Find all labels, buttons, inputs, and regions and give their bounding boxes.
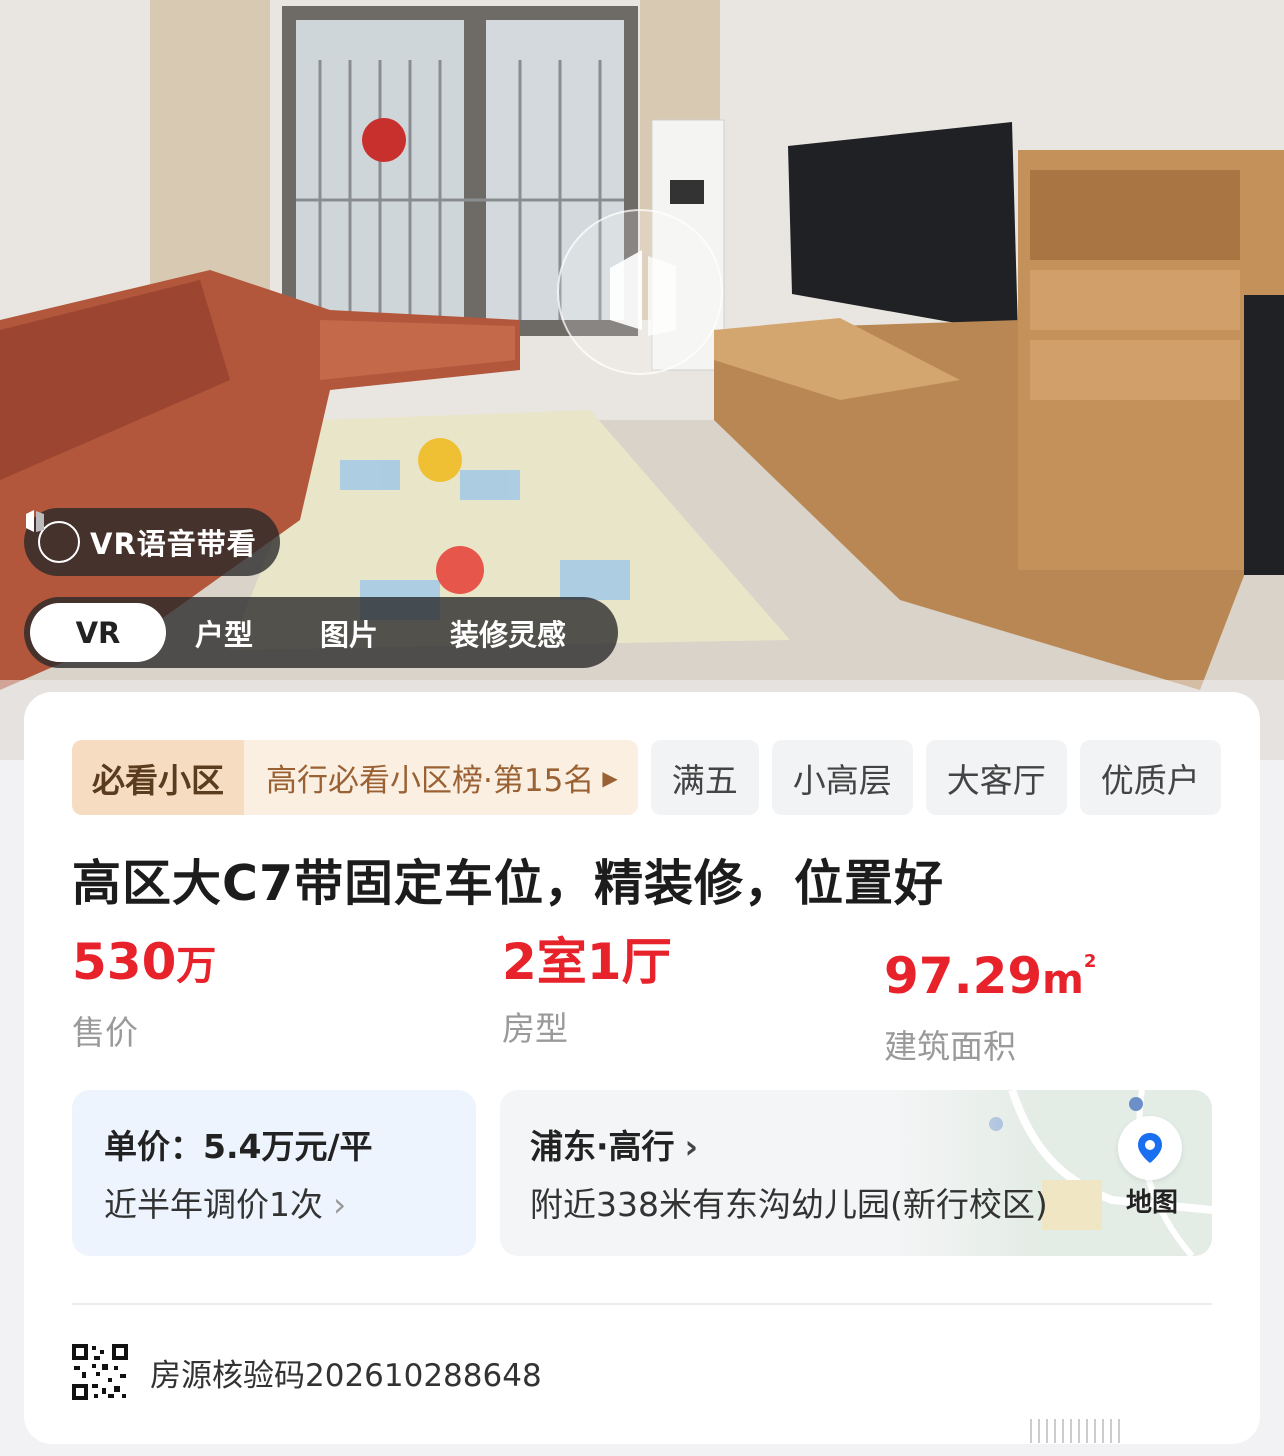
layout-stat: 2室1厅 房型 xyxy=(502,932,672,1050)
area-value: 97.29 xyxy=(884,947,1043,1005)
vr-voice-tour-button[interactable]: VR语音带看 xyxy=(24,508,280,576)
tab-floorplan[interactable]: 户型 xyxy=(166,603,282,662)
area-unit: m xyxy=(1042,957,1084,1003)
price-adjust-text: 近半年调价1次 xyxy=(104,1185,323,1224)
ranking-tag-text-wrap: 高行必看小区榜·第15名 ▶ xyxy=(244,740,638,815)
chevron-right-icon: › xyxy=(333,1185,347,1224)
triangle-right-icon: ▶ xyxy=(602,765,618,790)
tag-item: 小高层 xyxy=(771,740,913,815)
layout-value: 2室1厅 xyxy=(502,933,672,991)
tag-item: 大客厅 xyxy=(925,740,1067,815)
chevron-right-icon: › xyxy=(684,1127,699,1166)
area-value-wrap: 97.29m2 xyxy=(884,932,1096,1010)
price-stat: 530万 售价 xyxy=(72,932,216,1054)
map-pin-icon[interactable] xyxy=(1118,1116,1182,1180)
verification-code-text: 房源核验码202610288648 xyxy=(150,1357,542,1394)
area-stat: 97.29m2 建筑面积 xyxy=(884,932,1096,1068)
listing-title: 高区大C7带固定车位，精装修，位置好 xyxy=(72,855,945,912)
tab-photos[interactable]: 图片 xyxy=(282,603,416,662)
nearby-text: 附近338米有东沟幼儿园(新行校区) xyxy=(530,1185,1048,1224)
verification-row[interactable]: 房源核验码202610288648 xyxy=(72,1344,542,1400)
ranking-tag[interactable]: 必看小区 高行必看小区榜·第15名 ▶ xyxy=(72,740,638,815)
district-row: 浦东·高行 › xyxy=(530,1120,1212,1168)
layout-label: 房型 xyxy=(502,1009,568,1048)
price-value: 530 xyxy=(72,933,177,991)
district-text: 浦东·高行 xyxy=(530,1127,675,1166)
map-button-label[interactable]: 地图 xyxy=(1126,1182,1178,1219)
tag-row: 必看小区 高行必看小区榜·第15名 ▶ 满五 小高层 大客厅 优质户 xyxy=(72,740,1260,815)
unit-price-text: 单价：5.4万元/平 xyxy=(104,1127,373,1166)
ranking-tag-label: 必看小区 xyxy=(72,740,244,815)
price-adjust-row: 近半年调价1次 › xyxy=(104,1178,476,1226)
listing-photo[interactable]: VR语音带看 VR 户型 图片 装修灵感 xyxy=(0,0,1284,760)
price-label: 售价 xyxy=(72,1013,138,1052)
tab-decoration-ideas[interactable]: 装修灵感 xyxy=(416,603,600,662)
watermark xyxy=(1030,1416,1270,1446)
media-tab-bar: VR 户型 图片 装修灵感 xyxy=(24,597,618,668)
price-value-wrap: 530万 xyxy=(72,932,216,996)
location-box[interactable]: 浦东·高行 › 附近338米有东沟幼儿园(新行校区) 地图 xyxy=(500,1090,1212,1256)
tag-item: 优质户 xyxy=(1079,740,1221,815)
price-unit: 万 xyxy=(176,943,217,989)
listing-info-card: 必看小区 高行必看小区榜·第15名 ▶ 满五 小高层 大客厅 优质户 高区大C7… xyxy=(24,692,1260,1444)
vr-voice-tour-label: VR语音带看 xyxy=(90,527,257,561)
ranking-tag-text: 高行必看小区榜·第15名 xyxy=(266,763,595,799)
vr-icon xyxy=(26,510,80,563)
divider xyxy=(72,1303,1212,1305)
area-label: 建筑面积 xyxy=(884,1027,1016,1066)
unit-price-box[interactable]: 单价：5.4万元/平 近半年调价1次 › xyxy=(72,1090,476,1256)
qr-code-icon xyxy=(72,1344,128,1400)
area-unit-sup: 2 xyxy=(1083,951,1097,972)
tab-vr[interactable]: VR xyxy=(30,603,166,662)
tag-item: 满五 xyxy=(650,740,759,815)
